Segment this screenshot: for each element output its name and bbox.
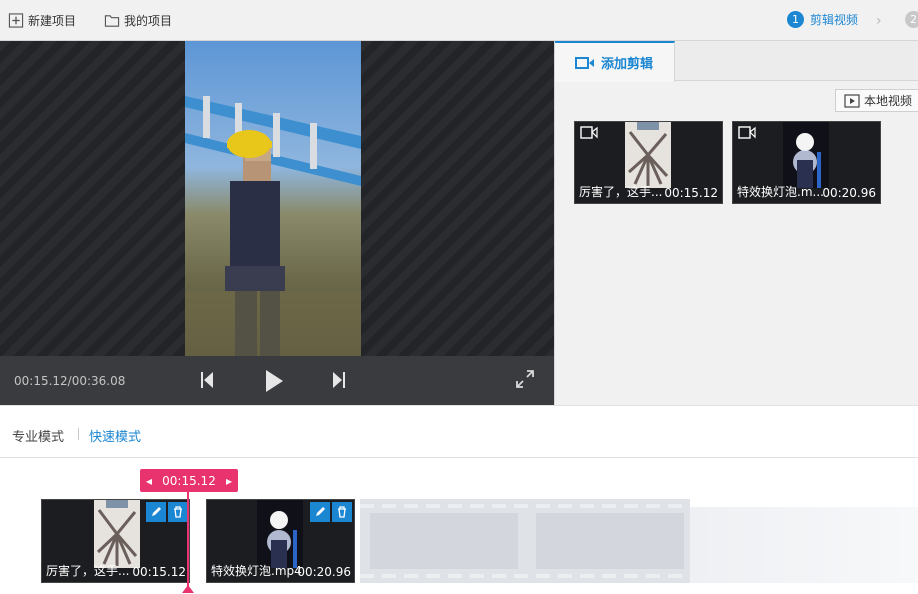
edit-clip-button[interactable] <box>146 502 166 522</box>
my-projects-label: 我的项目 <box>124 14 173 28</box>
clip-duration: 00:20.96 <box>822 186 876 200</box>
edit-clip-button[interactable] <box>310 502 330 522</box>
library-clip[interactable]: 特效换灯泡.m... 00:20.96 <box>732 121 881 204</box>
empty-slot <box>370 513 518 569</box>
clip-duration: 00:15.12 <box>664 186 718 200</box>
chevron-right-icon: › <box>876 13 882 29</box>
clip-library-panel: 添加剪辑 本地视频 厉害了，这手... 00:15.12 特效换灯泡.m... … <box>554 41 918 405</box>
time-readout: 00:15.12/00:36.08 <box>14 374 126 388</box>
clip-name: 特效换灯泡.m... <box>737 185 824 199</box>
clip-thumbnail <box>94 500 140 568</box>
trash-icon <box>174 506 182 518</box>
mode-divider <box>78 428 79 440</box>
local-video-button[interactable]: 本地视频 <box>835 89 918 112</box>
video-camera-icon <box>738 126 756 139</box>
pencil-icon <box>316 507 325 516</box>
playhead-right-arrow-icon[interactable]: ▸ <box>226 474 232 488</box>
delete-clip-button[interactable] <box>168 502 188 522</box>
local-video-label: 本地视频 <box>864 94 913 108</box>
playhead-time: 00:15.12 <box>162 473 216 488</box>
clip-name: 特效换灯泡.mp4 <box>211 564 302 578</box>
library-clip[interactable]: 厉害了，这手... 00:15.12 <box>574 121 723 204</box>
trash-icon <box>338 506 346 518</box>
clip-thumbnail <box>625 122 671 188</box>
fullscreen-icon[interactable] <box>516 370 534 388</box>
playhead-tag[interactable]: ◂ 00:15.12 ▸ <box>140 469 238 492</box>
step-number-next: 2 <box>905 11 918 28</box>
film-perforation <box>360 574 690 578</box>
mode-bar: 专业模式 快速模式 <box>0 405 918 458</box>
step-next[interactable]: 2 <box>905 11 918 28</box>
timeline-clip[interactable]: 特效换灯泡.mp4 00:20.96 <box>206 499 355 583</box>
fast-mode-tab[interactable]: 快速模式 <box>89 426 141 445</box>
clip-duration: 00:15.12 <box>132 565 186 579</box>
step-edit-video[interactable]: 1 剪辑视频 <box>787 11 858 28</box>
pencil-icon <box>152 507 161 516</box>
video-frame-image <box>185 96 361 356</box>
timeline-clip[interactable]: 厉害了，这手... 00:15.12 <box>41 499 190 583</box>
clip-duration: 00:20.96 <box>297 565 351 579</box>
folder-icon <box>104 15 120 27</box>
new-project-button[interactable]: 新建项目 <box>8 12 76 29</box>
track-fade <box>690 507 918 583</box>
video-camera-icon <box>575 56 594 69</box>
next-icon[interactable] <box>332 368 346 392</box>
new-project-label: 新建项目 <box>28 14 77 28</box>
video-file-icon <box>844 93 860 108</box>
playhead-handle[interactable] <box>182 585 194 593</box>
pro-mode-tab[interactable]: 专业模式 <box>12 426 64 445</box>
player-controls: 00:15.12/00:36.08 <box>0 356 554 405</box>
playhead-line[interactable] <box>187 487 189 591</box>
tab-add-clips[interactable]: 添加剪辑 <box>555 41 675 82</box>
tab-strip: 添加剪辑 <box>555 41 918 82</box>
playhead-left-arrow-icon[interactable]: ◂ <box>146 474 152 488</box>
clip-name: 厉害了，这手... <box>579 185 663 199</box>
video-preview <box>185 41 361 356</box>
play-icon[interactable] <box>264 368 284 394</box>
step-number: 1 <box>787 11 804 28</box>
delete-clip-button[interactable] <box>332 502 352 522</box>
video-player: 00:15.12/00:36.08 <box>0 41 554 405</box>
previous-icon[interactable] <box>200 368 214 392</box>
empty-track-placeholder <box>360 499 690 583</box>
step-label: 剪辑视频 <box>810 13 859 27</box>
top-toolbar: 新建项目 我的项目 1 剪辑视频 › 2 <box>0 0 918 41</box>
tab-add-clips-label: 添加剪辑 <box>601 57 654 72</box>
video-camera-icon <box>580 126 598 139</box>
my-projects-button[interactable]: 我的项目 <box>104 12 172 29</box>
clip-name: 厉害了，这手... <box>46 564 130 578</box>
film-perforation <box>360 504 690 508</box>
empty-slot <box>536 513 684 569</box>
plus-box-icon <box>8 13 24 28</box>
clip-thumbnail <box>257 500 303 568</box>
timeline: 厉害了，这手... 00:15.12 特效换灯泡.mp4 00:20.96 ◂ … <box>0 459 918 594</box>
clip-thumbnail <box>783 122 829 188</box>
